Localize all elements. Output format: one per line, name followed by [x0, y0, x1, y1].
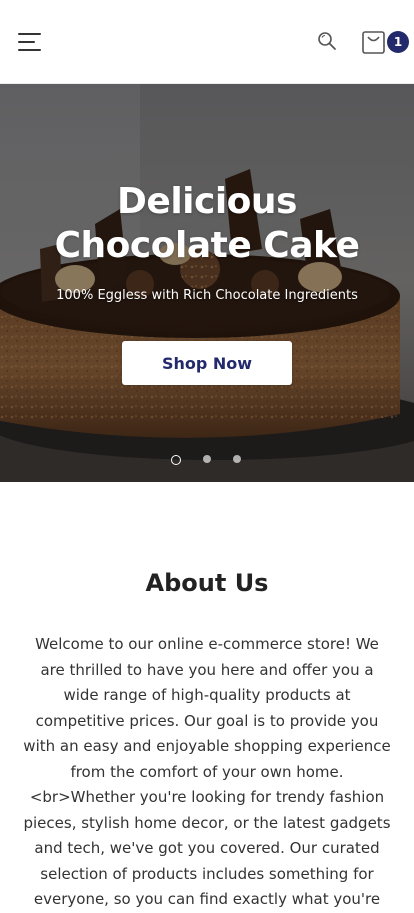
shopping-bag-icon	[362, 31, 385, 54]
carousel-indicators	[171, 455, 251, 467]
search-button[interactable]	[317, 31, 337, 51]
menu-button[interactable]	[18, 31, 42, 53]
chocolate-cake-image	[0, 84, 414, 482]
about-title: About Us	[145, 569, 269, 597]
hamburger-menu-icon-line	[18, 41, 35, 43]
carousel-dot[interactable]	[203, 455, 211, 463]
shop-now-button[interactable]: Shop Now	[122, 341, 292, 385]
hero-banner: Delicious Chocolate Cake 100% Eggless wi…	[0, 84, 414, 482]
about-body-text: Welcome to our online e-commerce store! …	[23, 635, 391, 908]
hero-title-line: Delicious	[117, 181, 297, 222]
hamburger-menu-icon-line	[18, 49, 41, 51]
hero-title-line: Chocolate Cake	[54, 225, 360, 266]
carousel-dot[interactable]	[233, 455, 241, 463]
search-icon	[318, 32, 336, 50]
carousel-dot[interactable]	[171, 455, 181, 465]
hero-subtitle: 100% Eggless with Rich Chocolate Ingredi…	[56, 288, 358, 303]
top-header: 1	[0, 0, 414, 84]
cart-count-badge: 1	[387, 31, 409, 53]
cart-button[interactable]	[361, 29, 387, 55]
hero-title: Delicious Chocolate Cake	[0, 180, 414, 268]
hamburger-menu-icon	[18, 33, 41, 35]
